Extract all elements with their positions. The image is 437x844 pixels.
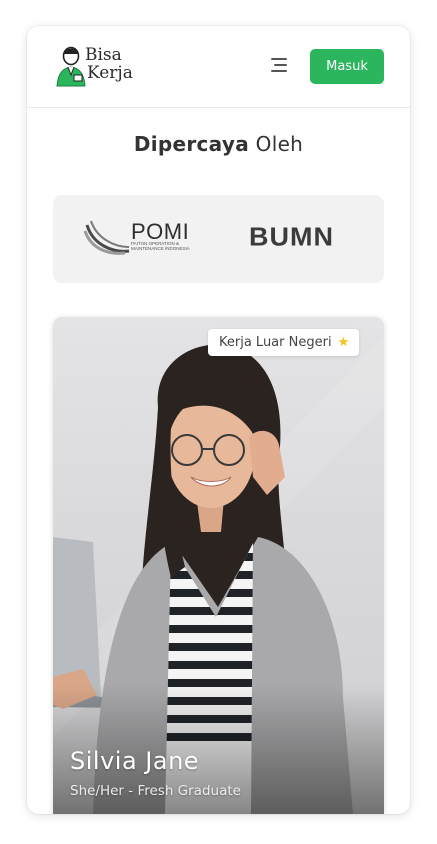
logo-line-2: Kerja	[87, 63, 133, 83]
pomi-swoosh-icon	[83, 220, 130, 255]
login-button[interactable]: Masuk	[310, 49, 384, 84]
brand-logo[interactable]: Bisa Kerja	[55, 42, 139, 88]
trusted-title-bold: Dipercaya	[133, 132, 249, 156]
logo-line-1: Bisa	[85, 45, 122, 65]
logo-wordmark: Bisa Kerja	[85, 46, 133, 82]
overseas-work-badge: Kerja Luar Negeri ★	[208, 329, 360, 356]
partner-logo-bumn: BUMN	[249, 222, 334, 252]
pomi-subtitle: PAITON OPERATION & MAINTENANCE INDONESIA	[131, 241, 190, 251]
mobile-viewport: Bisa Kerja Masuk Dipercaya Oleh POMI PAI…	[27, 26, 410, 814]
star-icon: ★	[337, 335, 350, 350]
hamburger-menu-icon[interactable]	[265, 56, 287, 74]
trusted-by-heading: Dipercaya Oleh	[27, 132, 410, 156]
partner-logos: POMI PAITON OPERATION & MAINTENANCE INDO…	[53, 195, 384, 283]
top-header: Bisa Kerja Masuk	[27, 26, 410, 108]
profile-card[interactable]: Kerja Luar Negeri ★ Silvia Jane She/Her …	[53, 317, 384, 814]
profile-name: Silvia Jane	[70, 747, 200, 775]
trusted-title-rest: Oleh	[255, 132, 304, 156]
badge-label: Kerja Luar Negeri	[219, 335, 332, 350]
profile-role: She/Her - Fresh Graduate	[70, 783, 241, 799]
partner-logo-pomi: POMI PAITON OPERATION & MAINTENANCE INDO…	[83, 219, 205, 259]
